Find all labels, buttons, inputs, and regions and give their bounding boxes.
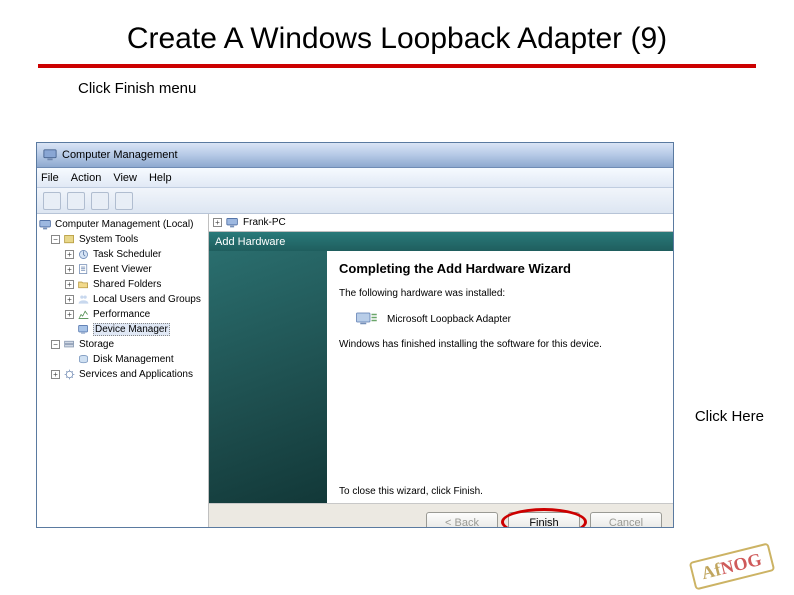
tree-label: Device Manager bbox=[93, 323, 170, 336]
tree-label: Shared Folders bbox=[93, 279, 161, 290]
menu-bar: File Action View Help bbox=[37, 168, 673, 188]
wizard-main: Completing the Add Hardware Wizard The f… bbox=[327, 251, 674, 503]
expand-icon[interactable]: + bbox=[65, 295, 74, 304]
tree-label: Storage bbox=[79, 339, 114, 350]
instruction-text: Click Finish menu bbox=[78, 80, 794, 97]
menu-help[interactable]: Help bbox=[149, 172, 172, 184]
wizard-footer: < Back Finish Cancel bbox=[209, 503, 674, 528]
window-titlebar[interactable]: Computer Management bbox=[37, 143, 673, 168]
tree-label: Local Users and Groups bbox=[93, 294, 201, 305]
tree-disk-management[interactable]: Disk Management bbox=[39, 352, 206, 367]
tree-storage[interactable]: − Storage bbox=[39, 337, 206, 352]
toolbar-up-icon[interactable] bbox=[91, 192, 109, 210]
menu-action[interactable]: Action bbox=[71, 172, 102, 184]
tree-label: Task Scheduler bbox=[93, 249, 161, 260]
wizard-close-text: To close this wizard, click Finish. bbox=[339, 486, 483, 497]
title-divider bbox=[38, 64, 756, 68]
tree-event-viewer[interactable]: + Event Viewer bbox=[39, 262, 206, 277]
wizard-installed-text: The following hardware was installed: bbox=[339, 288, 662, 299]
wizard-heading: Completing the Add Hardware Wizard bbox=[339, 261, 662, 276]
computer-management-icon bbox=[43, 148, 57, 162]
pc-name: Frank-PC bbox=[243, 217, 286, 228]
tree-label: Disk Management bbox=[93, 354, 174, 365]
tree-services-apps[interactable]: + Services and Applications bbox=[39, 367, 206, 382]
toolbar-refresh-icon[interactable] bbox=[115, 192, 133, 210]
menu-file[interactable]: File bbox=[41, 172, 59, 184]
tree-system-tools[interactable]: − System Tools bbox=[39, 232, 206, 247]
expand-icon[interactable]: + bbox=[51, 370, 60, 379]
tree-shared-folders[interactable]: + Shared Folders bbox=[39, 277, 206, 292]
finish-button[interactable]: Finish bbox=[508, 512, 580, 528]
tree-root-label: Computer Management (Local) bbox=[55, 219, 193, 230]
back-button[interactable]: < Back bbox=[426, 512, 498, 528]
expand-icon[interactable]: + bbox=[65, 250, 74, 259]
window-body: Computer Management (Local) − System Too… bbox=[37, 214, 673, 527]
toolbar-forward-icon[interactable] bbox=[67, 192, 85, 210]
right-pane: + Frank-PC Add Hardware Completing the A… bbox=[209, 214, 673, 527]
installed-device-name: Microsoft Loopback Adapter bbox=[387, 314, 511, 325]
device-root-row[interactable]: + Frank-PC bbox=[209, 214, 673, 232]
expand-icon[interactable]: + bbox=[213, 218, 222, 227]
tree-task-scheduler[interactable]: + Task Scheduler bbox=[39, 247, 206, 262]
stamp-nog: NOG bbox=[718, 549, 763, 579]
tree-root[interactable]: Computer Management (Local) bbox=[39, 217, 206, 232]
installed-device-row: Microsoft Loopback Adapter bbox=[339, 307, 662, 339]
afnog-stamp: AfNOG bbox=[688, 543, 774, 591]
wizard-sidebar-image bbox=[209, 251, 327, 503]
tree-pane[interactable]: Computer Management (Local) − System Too… bbox=[37, 214, 209, 527]
cancel-button[interactable]: Cancel bbox=[590, 512, 662, 528]
wizard-done-text: Windows has finished installing the soft… bbox=[339, 339, 662, 350]
finish-button-label: Finish bbox=[529, 517, 558, 528]
tree-label: Performance bbox=[93, 309, 150, 320]
slide-title: Create A Windows Loopback Adapter (9) bbox=[0, 0, 794, 64]
tree-label: Services and Applications bbox=[79, 369, 193, 380]
tree-label: System Tools bbox=[79, 234, 138, 245]
collapse-icon[interactable]: − bbox=[51, 340, 60, 349]
collapse-icon[interactable]: − bbox=[51, 235, 60, 244]
expand-icon[interactable]: + bbox=[65, 310, 74, 319]
expand-icon[interactable]: + bbox=[65, 280, 74, 289]
tree-label: Event Viewer bbox=[93, 264, 152, 275]
wizard-title: Add Hardware bbox=[215, 236, 285, 248]
screenshot-window: Computer Management File Action View Hel… bbox=[36, 142, 674, 528]
tree-device-manager[interactable]: Device Manager bbox=[39, 322, 206, 337]
wizard-body: Completing the Add Hardware Wizard The f… bbox=[209, 251, 674, 503]
tree-local-users[interactable]: + Local Users and Groups bbox=[39, 292, 206, 307]
tree-performance[interactable]: + Performance bbox=[39, 307, 206, 322]
network-adapter-icon bbox=[355, 309, 379, 329]
window-title: Computer Management bbox=[62, 149, 178, 161]
toolbar-back-icon[interactable] bbox=[43, 192, 61, 210]
menu-view[interactable]: View bbox=[113, 172, 137, 184]
add-hardware-wizard: Add Hardware Completing the Add Hardware… bbox=[209, 232, 674, 528]
wizard-titlebar[interactable]: Add Hardware bbox=[209, 232, 674, 251]
click-here-annotation: Click Here bbox=[695, 408, 764, 425]
toolbar bbox=[37, 188, 673, 214]
expand-icon[interactable]: + bbox=[65, 265, 74, 274]
